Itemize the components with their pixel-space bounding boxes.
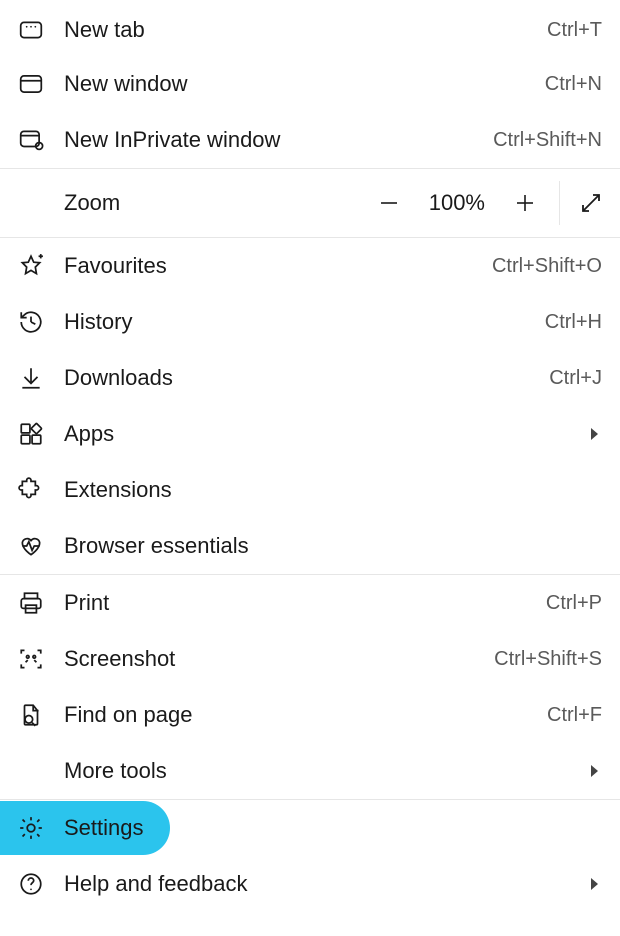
menu-item-new-window[interactable]: New window Ctrl+N (0, 56, 620, 112)
menu-label: Favourites (64, 253, 482, 279)
window-icon (18, 71, 44, 97)
gear-icon (18, 815, 44, 841)
menu-shortcut: Ctrl+H (545, 311, 602, 334)
menu-item-print[interactable]: Print Ctrl+P (0, 575, 620, 631)
heartbeat-icon (18, 533, 44, 559)
menu-shortcut: Ctrl+J (549, 367, 602, 390)
apps-icon (18, 421, 44, 447)
menu-label: More tools (64, 758, 578, 784)
menu-label: New window (64, 71, 535, 97)
menu-label: Browser essentials (64, 533, 602, 559)
zoom-controls: 100% (357, 169, 620, 237)
menu-label: Downloads (64, 365, 539, 391)
menu-label: Help and feedback (64, 871, 578, 897)
menu-shortcut: Ctrl+N (545, 73, 602, 96)
history-icon (18, 309, 44, 335)
menu-item-extensions[interactable]: Extensions (0, 462, 620, 518)
menu-item-favourites[interactable]: Favourites Ctrl+Shift+O (0, 238, 620, 294)
menu-label: New InPrivate window (64, 127, 483, 153)
menu-label: History (64, 309, 535, 335)
menu-label: New tab (64, 17, 537, 43)
menu-label: Extensions (64, 477, 602, 503)
menu-item-screenshot[interactable]: Screenshot Ctrl+Shift+S (0, 631, 620, 687)
puzzle-icon (18, 477, 44, 503)
menu-shortcut: Ctrl+T (547, 19, 602, 42)
menu-shortcut: Ctrl+Shift+N (493, 129, 602, 152)
printer-icon (18, 590, 44, 616)
menu-shortcut: Ctrl+F (547, 704, 602, 727)
menu-item-new-inprivate[interactable]: New InPrivate window Ctrl+Shift+N (0, 112, 620, 168)
menu-label: Find on page (64, 702, 537, 728)
menu-item-history[interactable]: History Ctrl+H (0, 294, 620, 350)
zoom-value: 100% (421, 190, 493, 216)
fullscreen-button[interactable] (562, 169, 620, 237)
chevron-right-icon (588, 877, 602, 891)
menu-label: Print (64, 590, 536, 616)
menu-item-help[interactable]: Help and feedback (0, 856, 620, 912)
menu-item-browser-essentials[interactable]: Browser essentials (0, 518, 620, 574)
menu-item-zoom: Zoom 100% (0, 169, 620, 237)
menu-label: Settings (64, 815, 602, 841)
menu-item-settings[interactable]: Settings (0, 800, 620, 856)
download-icon (18, 365, 44, 391)
menu-shortcut: Ctrl+P (546, 592, 602, 615)
screenshot-icon (18, 646, 44, 672)
menu-item-find-on-page[interactable]: Find on page Ctrl+F (0, 687, 620, 743)
zoom-label: Zoom (64, 190, 357, 216)
menu-item-more-tools[interactable]: More tools (0, 743, 620, 799)
chevron-right-icon (588, 427, 602, 441)
empty-icon (18, 758, 44, 784)
menu-label: Screenshot (64, 646, 484, 672)
star-plus-icon (18, 253, 44, 279)
tab-icon (18, 17, 44, 43)
menu-shortcut: Ctrl+Shift+O (492, 255, 602, 278)
menu-item-new-tab[interactable]: New tab Ctrl+T (0, 0, 620, 56)
browser-menu: New tab Ctrl+T New window Ctrl+N New InP… (0, 0, 620, 912)
find-icon (18, 702, 44, 728)
chevron-right-icon (588, 764, 602, 778)
menu-item-apps[interactable]: Apps (0, 406, 620, 462)
help-icon (18, 871, 44, 897)
divider (559, 181, 560, 225)
menu-shortcut: Ctrl+Shift+S (494, 648, 602, 671)
zoom-out-button[interactable] (357, 169, 421, 237)
zoom-in-button[interactable] (493, 169, 557, 237)
menu-label: Apps (64, 421, 578, 447)
inprivate-icon (18, 127, 44, 153)
menu-item-downloads[interactable]: Downloads Ctrl+J (0, 350, 620, 406)
